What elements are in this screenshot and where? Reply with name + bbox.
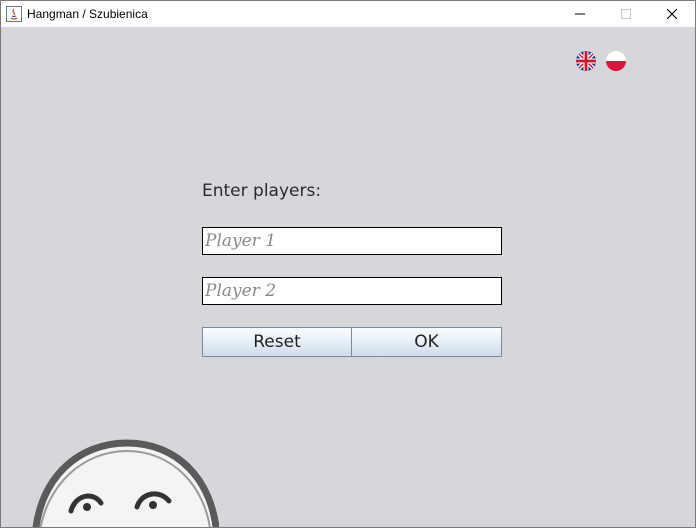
ok-button[interactable]: OK: [351, 327, 502, 357]
maximize-button[interactable]: [603, 1, 649, 27]
enter-players-label: Enter players:: [202, 181, 322, 201]
player1-input[interactable]: [202, 227, 502, 255]
minimize-icon: [575, 13, 585, 15]
app-window: Hangman / Szubienica Enter players: Play…: [0, 0, 696, 528]
reset-button[interactable]: Reset: [202, 327, 352, 357]
title-bar[interactable]: Hangman / Szubienica: [1, 1, 695, 27]
minimize-button[interactable]: [557, 1, 603, 27]
english-flag-icon[interactable]: [576, 51, 596, 71]
player2-input[interactable]: [202, 277, 502, 305]
close-button[interactable]: [649, 1, 695, 27]
maximize-icon: [621, 9, 631, 19]
window-title: Hangman / Szubienica: [27, 7, 148, 21]
close-icon: [667, 9, 677, 19]
polish-flag-icon[interactable]: [606, 51, 626, 71]
java-app-icon: [6, 6, 22, 22]
hangman-face-drawing: [29, 437, 220, 527]
